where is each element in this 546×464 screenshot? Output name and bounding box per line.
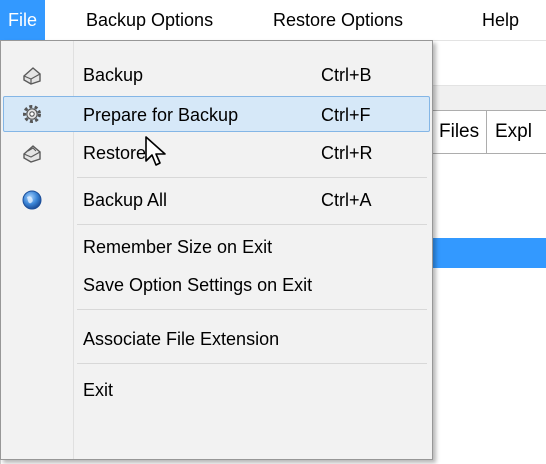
menu-item-label: Remember Size on Exit [83, 237, 273, 257]
menu-item-label: Backup [83, 65, 144, 85]
menu-item-shortcut: Ctrl+R [321, 143, 373, 163]
menu-item-save-option-settings-on-exit[interactable]: Save Option Settings on Exit [3, 267, 430, 303]
menu-item-backup-all[interactable]: Backup All Ctrl+A [3, 182, 430, 218]
menu-separator [77, 224, 427, 225]
globe-icon [21, 189, 43, 211]
menu-bar: File Backup Options Restore Options Help [0, 0, 546, 41]
menu-item-exit[interactable]: Exit [3, 372, 430, 408]
menu-item-label: Restore [83, 143, 147, 163]
menu-item-label: Save Option Settings on Exit [83, 275, 313, 295]
menu-file[interactable]: File [0, 0, 46, 40]
menu-item-remember-size-on-exit[interactable]: Remember Size on Exit [3, 229, 430, 265]
restore-icon [21, 142, 43, 164]
file-menu-dropdown: Backup Ctrl+B Prepare for Backup Ctrl+F … [0, 40, 433, 460]
menu-help[interactable]: Help [474, 0, 527, 40]
menu-item-restore[interactable]: Restore Ctrl+R [3, 135, 430, 171]
menu-item-associate-file-extension[interactable]: Associate File Extension [3, 321, 430, 357]
menu-item-label: Associate File Extension [83, 329, 280, 349]
backup-icon [21, 64, 43, 86]
menu-backup-options[interactable]: Backup Options [78, 0, 221, 40]
menu-item-prepare-for-backup[interactable]: Prepare for Backup Ctrl+F [3, 96, 430, 132]
menu-item-shortcut: Ctrl+B [321, 65, 372, 85]
menu-separator [77, 363, 427, 364]
menu-separator [77, 177, 427, 178]
tab-files-label: Files [439, 121, 480, 142]
gear-icon [21, 103, 43, 125]
menu-item-backup[interactable]: Backup Ctrl+B [3, 57, 430, 93]
menu-item-label: Exit [83, 380, 114, 400]
menu-restore-options[interactable]: Restore Options [265, 0, 411, 40]
menu-item-shortcut: Ctrl+F [321, 105, 371, 125]
tab-explorer-label: Expl [495, 121, 532, 142]
menu-item-shortcut: Ctrl+A [321, 190, 372, 210]
menu-item-label: Prepare for Backup [83, 105, 239, 125]
tab-explorer[interactable]: Expl [486, 110, 546, 154]
menu-separator [77, 309, 427, 310]
menu-item-label: Backup All [83, 190, 168, 210]
